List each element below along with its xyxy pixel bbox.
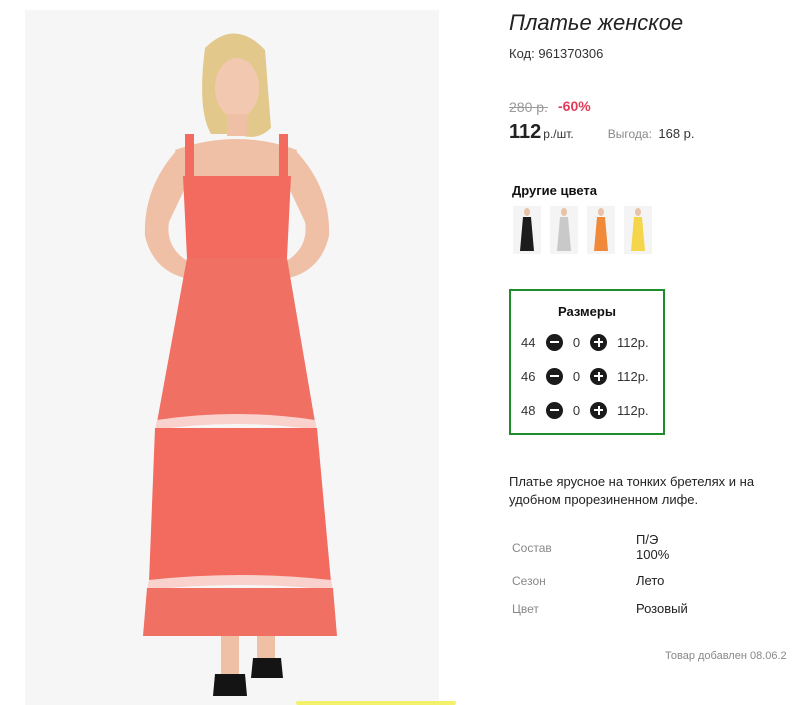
size-row-48: 48 0 112р.	[521, 400, 649, 420]
added-date-text: Товар добавлен 08.06.2	[665, 650, 787, 662]
price-unit: р./шт.	[543, 127, 574, 141]
attribute-key: Состав	[512, 541, 552, 555]
other-colors-list	[513, 206, 652, 254]
size-label: 48	[521, 402, 536, 418]
other-colors-title: Другие цвета	[512, 183, 597, 198]
product-code: Код: 961370306	[509, 46, 604, 61]
color-thumb-grey[interactable]	[550, 206, 578, 254]
product-photo[interactable]	[25, 10, 439, 705]
size-price: 112р.	[617, 334, 649, 350]
minus-icon	[550, 409, 559, 411]
yellow-highlight-strip	[296, 701, 456, 705]
size-label: 46	[521, 368, 536, 384]
increment-button[interactable]	[590, 367, 607, 385]
color-thumb-yellow[interactable]	[624, 206, 652, 254]
attribute-value: П/Э 100%	[636, 532, 670, 562]
attribute-value: Лето	[636, 573, 665, 588]
old-price: 280 р.	[509, 99, 548, 115]
savings-value: 168 р.	[658, 126, 695, 141]
size-label: 44	[521, 334, 536, 350]
increment-button[interactable]	[590, 401, 607, 419]
decrement-button[interactable]	[546, 367, 563, 385]
decrement-button[interactable]	[546, 333, 563, 351]
increment-button[interactable]	[590, 333, 607, 351]
size-row-46: 46 0 112р.	[521, 366, 649, 386]
quantity-value: 0	[572, 402, 581, 418]
sizes-title: Размеры	[558, 304, 616, 319]
color-thumb-black[interactable]	[513, 206, 541, 254]
size-row-44: 44 0 112р.	[521, 332, 649, 352]
size-price: 112р.	[617, 402, 649, 418]
product-title: Платье женское	[509, 10, 684, 35]
dress-model-image	[25, 10, 439, 705]
decrement-button[interactable]	[546, 401, 563, 419]
savings-label: Выгода:	[607, 127, 652, 141]
price-row: 112 р./шт. Выгода: 168 р.	[509, 121, 695, 144]
color-thumb-orange[interactable]	[587, 206, 615, 254]
attribute-key: Цвет	[512, 602, 539, 616]
attribute-value: Розовый	[636, 601, 688, 616]
discount-badge: -60%	[558, 98, 591, 114]
attribute-key: Сезон	[512, 574, 546, 588]
quantity-value: 0	[572, 368, 581, 384]
minus-icon	[550, 375, 559, 377]
quantity-value: 0	[572, 334, 581, 350]
size-price: 112р.	[617, 368, 649, 384]
minus-icon	[550, 341, 559, 343]
product-description: Платье ярусное на тонких бретелях и на у…	[509, 474, 755, 507]
current-price: 112	[509, 121, 542, 143]
sizes-panel: Размеры 44 0 112р. 46 0 112р. 48 0 112р.	[509, 289, 665, 435]
